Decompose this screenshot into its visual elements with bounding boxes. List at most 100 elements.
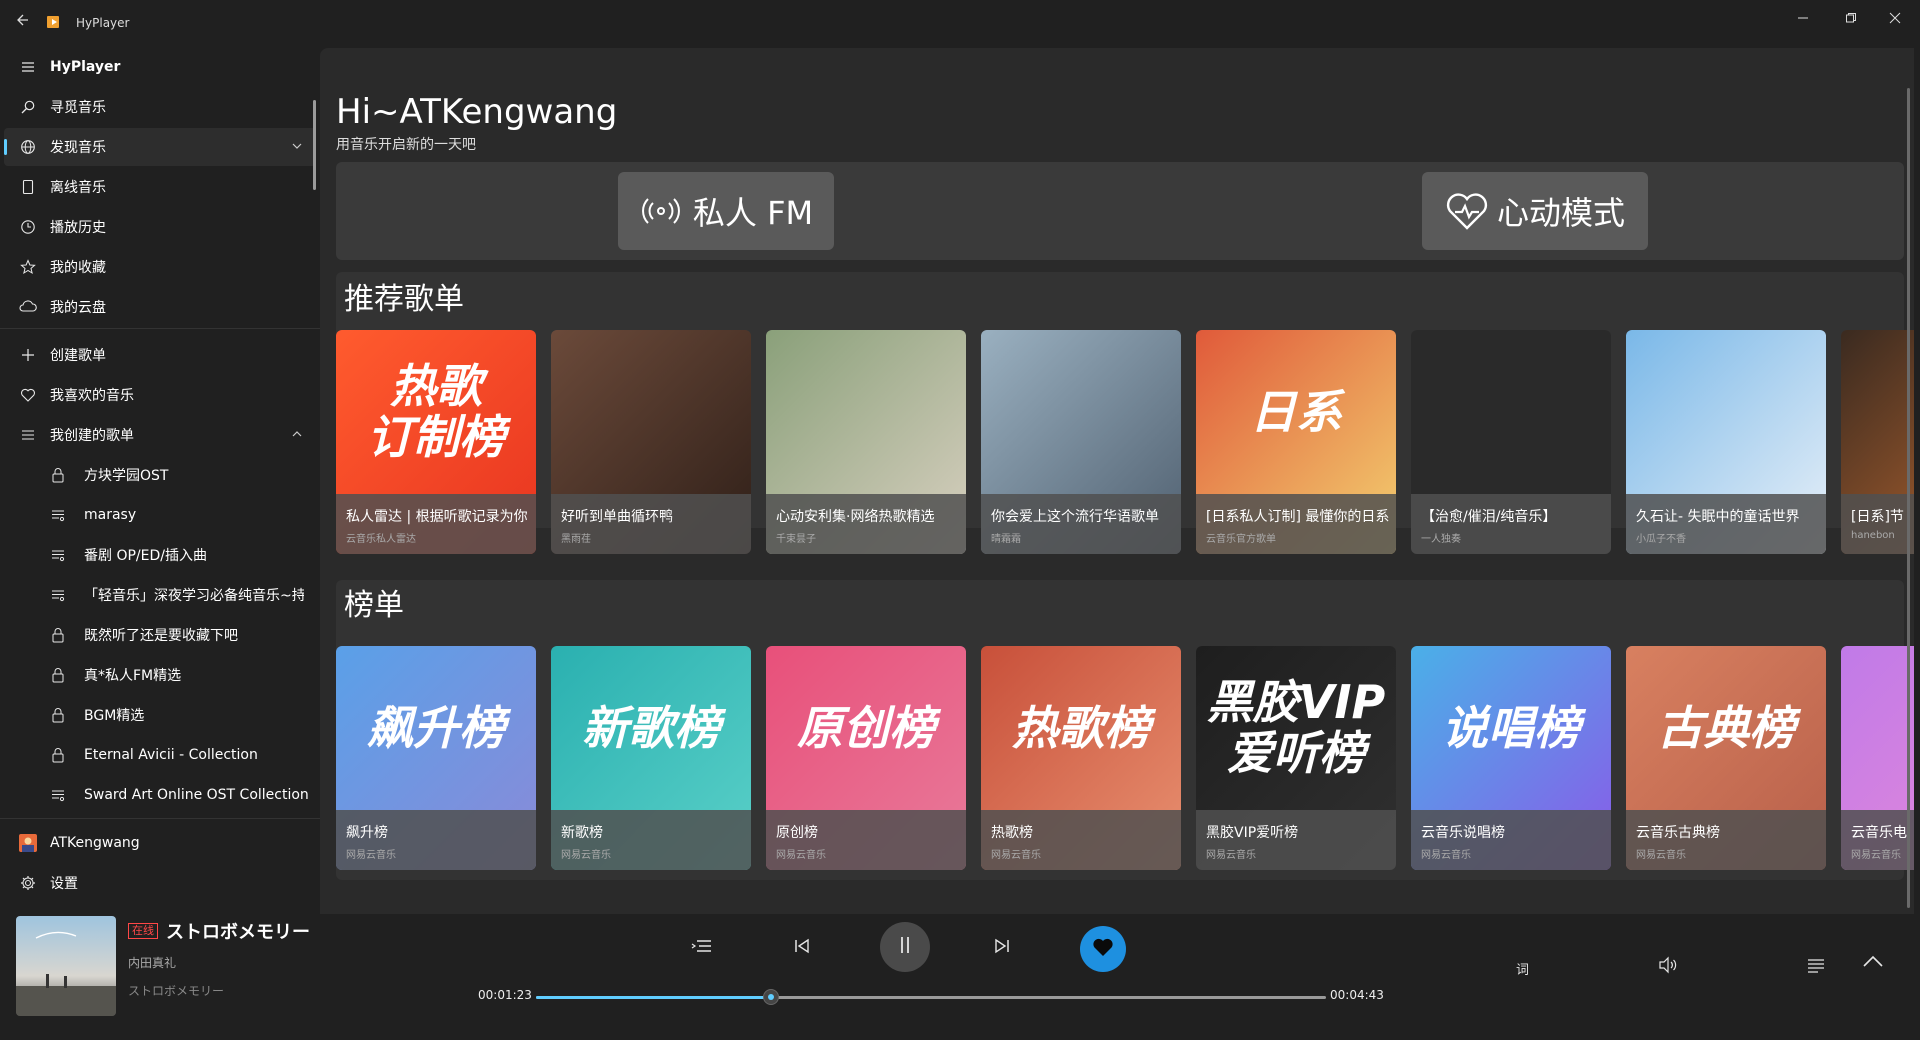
- card-author: 网易云音乐: [991, 850, 1041, 861]
- sidebar-item-label: 「轻音乐」深夜学习必备纯音乐~持: [84, 588, 304, 604]
- private-fm-label: 私人 FM: [692, 194, 814, 232]
- playlist-card[interactable]: [日系]节 hanebon: [1841, 330, 1914, 554]
- heartbeat-mode-label: 心动模式: [1496, 194, 1625, 232]
- heartbeat-mode-button[interactable]: 心动模式: [1422, 172, 1648, 250]
- sidebar-item-create-playlist[interactable]: 创建歌单: [4, 336, 316, 374]
- playlist-card[interactable]: 黑胶VIP 爱听榜 黑胶VIP爱听榜 网易云音乐: [1196, 646, 1396, 870]
- hero-panel: 私人 FM 心动模式: [336, 162, 1904, 260]
- sidebar-playlist-item[interactable]: Sward Art Online OST Collection: [4, 776, 316, 814]
- playlist-queue-button[interactable]: [678, 924, 726, 972]
- sidebar-playlist-item[interactable]: 真*私人FM精选: [4, 656, 316, 694]
- card-title: 云音乐说唱榜: [1421, 825, 1505, 841]
- gear-icon: [16, 871, 40, 895]
- sidebar-item-label: 方块学园OST: [84, 468, 169, 484]
- player-bar: 在线 ストロボメモリー 内田真礼 ストロボメモリー 00:01:23 00:04…: [0, 914, 1920, 1040]
- card-meta: 热歌榜 网易云音乐: [981, 810, 1181, 870]
- sidebar-item-label: marasy: [84, 507, 137, 523]
- playlist-card[interactable]: 原创榜 原创榜 网易云音乐: [766, 646, 966, 870]
- playlist-card[interactable]: 电云音乐电网易云音乐: [1841, 646, 1914, 870]
- sidebar-item-label: 我创建的歌单: [50, 428, 134, 444]
- sidebar-playlist-item[interactable]: Eternal Avicii - Collection: [4, 736, 316, 774]
- progress-slider[interactable]: [536, 989, 1326, 1005]
- card-meta: 心动安利集·网络热歌精选 千束昙子: [766, 494, 966, 554]
- playlist-card[interactable]: 日系 [日系私人订制] 最懂你的日系 云音乐官方歌单: [1196, 330, 1396, 554]
- charts-section: 榜单 飙升榜 飙升榜 网易云音乐 新歌榜 新歌榜 网易云音乐 原创榜 原创榜 网易云音乐 热歌榜热…: [336, 580, 1914, 880]
- playlist-card[interactable]: 新歌榜 新歌榜 网易云音乐: [551, 646, 751, 870]
- heart-filled-icon: [1092, 937, 1114, 961]
- progress-thumb[interactable]: [763, 989, 780, 1005]
- previous-button[interactable]: [778, 924, 826, 972]
- card-meta: [日系私人订制] 最懂你的日系 云音乐官方歌单: [1196, 494, 1396, 554]
- sidebar: HyPlayer 寻觅音乐 发现音乐 离线音乐 播放历史 我的收藏 我的云盘 创…: [0, 48, 320, 1040]
- sidebar-item-user[interactable]: ATKengwang: [4, 824, 316, 862]
- card-title: [日系私人订制] 最懂你的日系: [1206, 509, 1390, 525]
- sidebar-item-favorites[interactable]: 我的收藏: [4, 248, 316, 286]
- plus-icon: [16, 343, 40, 367]
- lyrics-button[interactable]: 词: [1516, 959, 1529, 978]
- song-artist[interactable]: 内田真礼: [128, 954, 176, 971]
- playlist-card[interactable]: 【治愈/催泪/纯音乐】一人独奏: [1411, 330, 1611, 554]
- card-meta: 黑胶VIP爱听榜 网易云音乐: [1196, 810, 1396, 870]
- close-button[interactable]: [1872, 6, 1918, 36]
- playlist-card[interactable]: 好听到单曲循环鸭 黑雨荏: [551, 330, 751, 554]
- minimize-button[interactable]: [1780, 6, 1826, 36]
- playlist-card[interactable]: 心动安利集·网络热歌精选 千束昙子: [766, 330, 966, 554]
- card-title: 【治愈/催泪/纯音乐】: [1421, 509, 1557, 525]
- play-queue-button[interactable]: [1806, 956, 1826, 978]
- sidebar-item-liked-music[interactable]: 我喜欢的音乐: [4, 376, 316, 414]
- sidebar-menu-toggle[interactable]: HyPlayer: [4, 48, 316, 86]
- sidebar-item-cloud[interactable]: 我的云盘: [4, 288, 316, 326]
- playlist-card[interactable]: 久石让- 失眠中的童话世界 小瓜子不香: [1626, 330, 1826, 554]
- sidebar-user-name: ATKengwang: [50, 835, 140, 851]
- back-arrow-icon[interactable]: [14, 12, 34, 32]
- sidebar-playlist-item[interactable]: 番剧 OP/ED/插入曲: [4, 536, 316, 574]
- pause-button[interactable]: [880, 922, 930, 972]
- chevron-down-icon[interactable]: [292, 139, 302, 155]
- card-author: 一人独奏: [1421, 534, 1461, 545]
- sidebar-item-my-playlists[interactable]: 我创建的歌单: [4, 416, 316, 454]
- sidebar-playlist-item[interactable]: 「轻音乐」深夜学习必备纯音乐~持: [4, 576, 316, 614]
- sidebar-scrollbar[interactable]: [313, 100, 316, 190]
- sidebar-item-search[interactable]: 寻觅音乐: [4, 88, 316, 126]
- playlist-card[interactable]: 热歌榜 热歌榜 网易云音乐: [981, 646, 1181, 870]
- greeting-title: Hi~ATKengwang: [336, 92, 618, 132]
- playlist-card[interactable]: 你会爱上这个流行华语歌单 晴霜霜: [981, 330, 1181, 554]
- sidebar-item-label: 我的收藏: [50, 260, 106, 276]
- playlist-card[interactable]: 古典榜 云音乐古典榜 网易云音乐: [1626, 646, 1826, 870]
- sidebar-item-settings[interactable]: 设置: [4, 864, 316, 902]
- song-album[interactable]: ストロボメモリー: [128, 982, 224, 999]
- playlist-queue-icon: [691, 937, 713, 959]
- card-meta: 久石让- 失眠中的童话世界 小瓜子不香: [1626, 494, 1826, 554]
- sidebar-playlist-item[interactable]: 既然听了还是要收藏下吧: [4, 616, 316, 654]
- lyrics-label: 词: [1516, 963, 1530, 978]
- sidebar-playlist-item[interactable]: BGM精选: [4, 696, 316, 734]
- recommend-title: 推荐歌单: [344, 282, 464, 317]
- expand-player-button[interactable]: [1862, 954, 1884, 972]
- next-button[interactable]: [978, 924, 1026, 972]
- playlist-card[interactable]: 说唱榜 云音乐说唱榜 网易云音乐: [1411, 646, 1611, 870]
- card-title: 黑胶VIP爱听榜: [1206, 825, 1299, 841]
- sidebar-item-label: 既然听了还是要收藏下吧: [84, 628, 238, 644]
- card-title: 飙升榜: [346, 825, 388, 841]
- chevron-up-icon[interactable]: [292, 427, 302, 443]
- heart-icon: [16, 383, 40, 407]
- like-button[interactable]: [1080, 926, 1126, 972]
- now-playing-cover[interactable]: [16, 916, 116, 1016]
- sidebar-item-discover[interactable]: 发现音乐: [4, 128, 316, 166]
- song-title[interactable]: ストロボメモリー: [166, 918, 310, 944]
- hamburger-icon: [16, 55, 40, 79]
- cover-text: 说唱榜: [1442, 700, 1580, 755]
- playlist-card[interactable]: 飙升榜 飙升榜 网易云音乐: [336, 646, 536, 870]
- card-title: 热歌榜: [991, 825, 1033, 841]
- playlist-card[interactable]: 热歌 订制榜 私人雷达 | 根据听歌记录为你 云音乐私人雷达: [336, 330, 536, 554]
- card-author: 小瓜子不香: [1636, 534, 1686, 545]
- sidebar-playlist-item[interactable]: marasy: [4, 496, 316, 534]
- sidebar-playlist-item[interactable]: 方块学园OST: [4, 456, 316, 494]
- sidebar-item-history[interactable]: 播放历史: [4, 208, 316, 246]
- main-scrollbar[interactable]: [1907, 88, 1910, 908]
- sidebar-item-offline[interactable]: 离线音乐: [4, 168, 316, 206]
- private-fm-button[interactable]: 私人 FM: [618, 172, 834, 250]
- restore-button[interactable]: [1828, 6, 1874, 36]
- card-title: 心动安利集·网络热歌精选: [776, 509, 935, 525]
- volume-button[interactable]: [1658, 956, 1678, 978]
